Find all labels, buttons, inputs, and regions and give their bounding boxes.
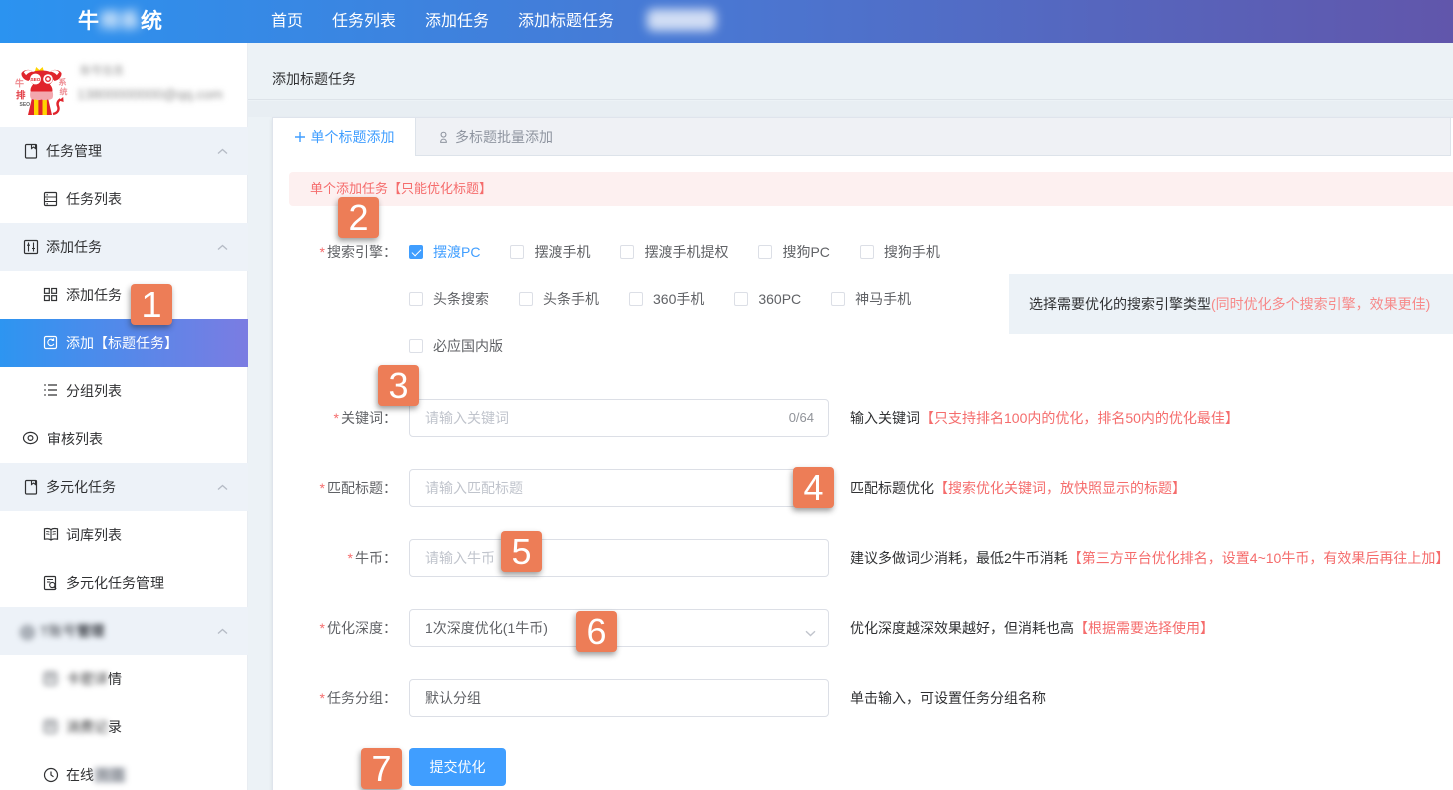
svg-text:排: 排 xyxy=(16,90,26,102)
svg-text:系: 系 xyxy=(59,77,67,87)
svg-text:牛: 牛 xyxy=(15,78,24,89)
svg-text:SEO: SEO xyxy=(20,102,31,108)
svg-text:SEO: SEO xyxy=(31,77,41,82)
svg-text:统: 统 xyxy=(60,87,68,97)
